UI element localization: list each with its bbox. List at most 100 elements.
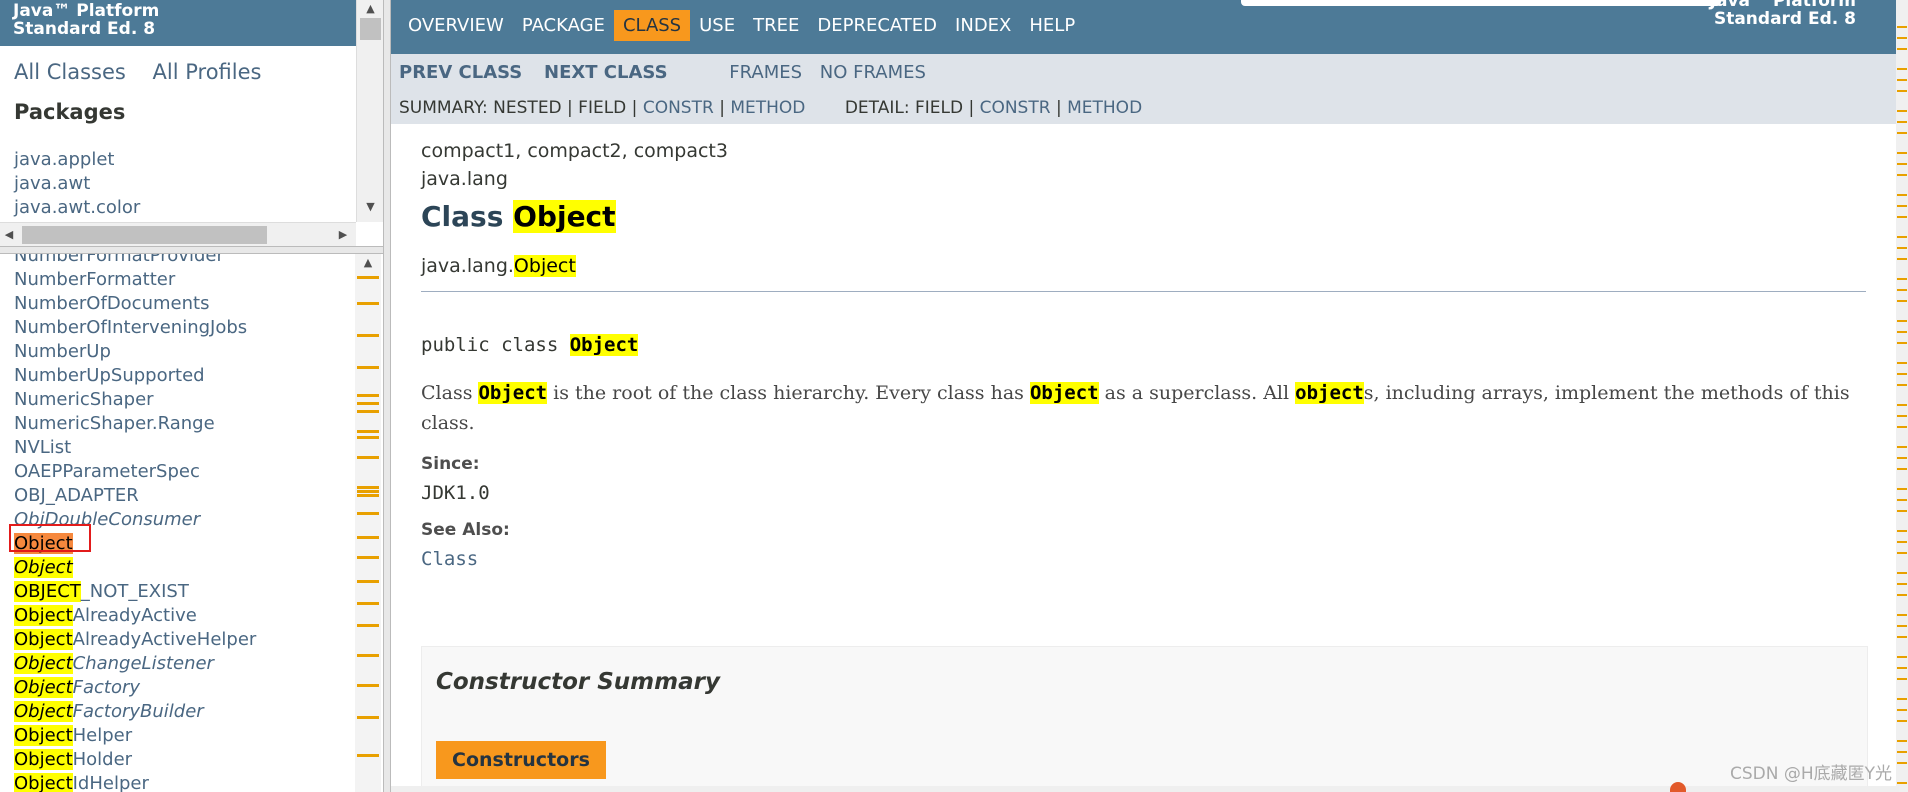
search-match-marker bbox=[357, 512, 379, 515]
class-list-item[interactable]: NumericShaper bbox=[14, 388, 256, 412]
search-highlight: Object bbox=[14, 629, 73, 650]
title-prefix: Class bbox=[421, 200, 514, 233]
search-match-marker bbox=[1897, 216, 1907, 218]
nav-help[interactable]: HELP bbox=[1020, 10, 1084, 41]
scroll-down-icon[interactable]: ▼ bbox=[357, 200, 383, 213]
floating-badge[interactable] bbox=[1670, 782, 1686, 792]
class-list-item[interactable]: NumberUpSupported bbox=[14, 364, 256, 388]
nav-use[interactable]: USE bbox=[690, 10, 744, 41]
search-match-marker bbox=[357, 556, 379, 559]
class-name: AlreadyActiveHelper bbox=[72, 629, 257, 650]
class-signature: public class Object bbox=[421, 334, 1866, 356]
search-match-marker bbox=[1897, 625, 1907, 627]
frames-link[interactable]: FRAMES bbox=[729, 62, 802, 83]
search-match-marker bbox=[1897, 698, 1907, 700]
detail-method-link[interactable]: METHOD bbox=[1067, 98, 1142, 118]
class-list-item[interactable]: NumericShaper.Range bbox=[14, 412, 256, 436]
class-list-item[interactable]: ObjectFactory bbox=[14, 676, 256, 700]
prev-class-link[interactable]: PREV CLASS bbox=[399, 62, 522, 83]
class-list-item[interactable]: ObjectIdHelper bbox=[14, 772, 256, 792]
nav-class[interactable]: CLASS bbox=[613, 10, 691, 41]
search-match-marker bbox=[357, 394, 379, 397]
packages-vertical-scrollbar[interactable]: ▲ ▼ bbox=[356, 0, 383, 222]
search-match-marker bbox=[357, 536, 379, 539]
search-match-marker bbox=[1897, 510, 1907, 512]
search-match-marker bbox=[1897, 415, 1907, 417]
class-list-item[interactable]: Object bbox=[14, 556, 256, 580]
frame-divider[interactable] bbox=[383, 0, 391, 792]
package-name: java.lang bbox=[421, 168, 508, 190]
scroll-right-icon[interactable]: ▶ bbox=[338, 228, 348, 241]
scroll-left-icon[interactable]: ◀ bbox=[4, 228, 14, 241]
desc-code: object bbox=[1295, 382, 1364, 404]
class-name: NumberUp bbox=[14, 341, 111, 362]
class-name: NumberFormatProvider bbox=[14, 254, 224, 266]
nav-deprecated[interactable]: DEPRECATED bbox=[808, 10, 946, 41]
nav-index[interactable]: INDEX bbox=[946, 10, 1020, 41]
class-list-item[interactable]: NVList bbox=[14, 436, 256, 460]
next-class-link[interactable]: NEXT CLASS bbox=[544, 62, 668, 83]
search-match-marker bbox=[1897, 194, 1907, 196]
class-list-item[interactable]: NumberFormatProvider bbox=[14, 254, 256, 268]
all-profiles-link[interactable]: All Profiles bbox=[153, 60, 262, 84]
search-match-marker bbox=[357, 402, 379, 405]
scroll-thumb[interactable] bbox=[360, 18, 381, 40]
see-also-link[interactable]: Class bbox=[421, 548, 1866, 570]
nav-package[interactable]: PACKAGE bbox=[513, 10, 614, 41]
scroll-up-icon[interactable]: ▲ bbox=[355, 256, 381, 269]
scroll-up-icon[interactable]: ▲ bbox=[357, 2, 383, 15]
class-list-item[interactable]: ObjectAlreadyActiveHelper bbox=[14, 628, 256, 652]
class-list-item[interactable]: NumberFormatter bbox=[14, 268, 256, 292]
constructors-tab[interactable]: Constructors bbox=[436, 741, 606, 779]
search-match-marker bbox=[357, 580, 379, 583]
platform-brand: Java™ Platform Standard Ed. 8 bbox=[0, 0, 356, 46]
search-match-marker bbox=[1897, 331, 1907, 333]
class-list-item[interactable]: OAEPParameterSpec bbox=[14, 460, 256, 484]
all-classes-link[interactable]: All Classes bbox=[14, 60, 126, 84]
class-list-item[interactable]: NumberOfDocuments bbox=[14, 292, 256, 316]
class-list-item[interactable]: ObjectFactoryBuilder bbox=[14, 700, 256, 724]
signature-name: Object bbox=[569, 334, 639, 356]
class-list-item[interactable]: NumberUp bbox=[14, 340, 256, 364]
search-match-marker bbox=[357, 430, 379, 433]
class-name: NumberUpSupported bbox=[14, 365, 205, 386]
package-link[interactable]: java.applet bbox=[14, 148, 140, 172]
detail-constr-link[interactable]: CONSTR bbox=[980, 98, 1051, 118]
selection-box bbox=[9, 524, 91, 552]
class-list-item[interactable]: ObjectHelper bbox=[14, 724, 256, 748]
search-match-marker bbox=[357, 302, 379, 305]
class-list-item[interactable]: ObjectHolder bbox=[14, 748, 256, 772]
classes-vertical-scrollbar[interactable]: ▲ bbox=[355, 254, 381, 792]
classes-frame: NumberFormatProvider NumberFormatter Numbe… bbox=[0, 254, 383, 792]
class-list-item[interactable]: ObjectChangeListener bbox=[14, 652, 256, 676]
packages-horizontal-scrollbar[interactable]: ◀ ▶ bbox=[0, 222, 356, 246]
class-list-item[interactable]: NumberOfInterveningJobs bbox=[14, 316, 256, 340]
search-match-marker bbox=[357, 366, 379, 369]
search-match-marker bbox=[1897, 541, 1907, 543]
search-input[interactable] bbox=[1241, 0, 1721, 6]
class-name: NumberOfInterveningJobs bbox=[14, 317, 248, 338]
class-name: NumberOfDocuments bbox=[14, 293, 210, 314]
search-match-marker bbox=[1897, 163, 1907, 165]
class-list-item[interactable]: ObjectAlreadyActive bbox=[14, 604, 256, 628]
class-name: NumericShaper bbox=[14, 389, 154, 410]
detail-label: DETAIL: FIELD | bbox=[844, 98, 975, 118]
class-list-item[interactable]: OBJECT_NOT_EXIST bbox=[14, 580, 256, 604]
class-name: _NOT_EXIST bbox=[80, 581, 189, 602]
package-link[interactable]: java.awt.color bbox=[14, 196, 140, 220]
package-link[interactable]: java.awt bbox=[14, 172, 140, 196]
summary-method-link[interactable]: METHOD bbox=[730, 98, 805, 118]
page-vertical-scrollbar[interactable] bbox=[1896, 0, 1908, 792]
search-match-marker bbox=[357, 334, 379, 337]
frame-divider[interactable] bbox=[0, 246, 383, 254]
scroll-thumb[interactable] bbox=[22, 226, 267, 244]
desc-code: Object bbox=[478, 382, 548, 404]
search-match-marker bbox=[1897, 762, 1907, 764]
class-name: Helper bbox=[72, 725, 133, 746]
no-frames-link[interactable]: NO FRAMES bbox=[820, 62, 926, 83]
summary-constr-link[interactable]: CONSTR bbox=[643, 98, 714, 118]
class-list-item[interactable]: OBJ_ADAPTER bbox=[14, 484, 256, 508]
search-match-marker bbox=[357, 654, 379, 657]
nav-overview[interactable]: OVERVIEW bbox=[399, 10, 513, 41]
nav-tree[interactable]: TREE bbox=[744, 10, 808, 41]
